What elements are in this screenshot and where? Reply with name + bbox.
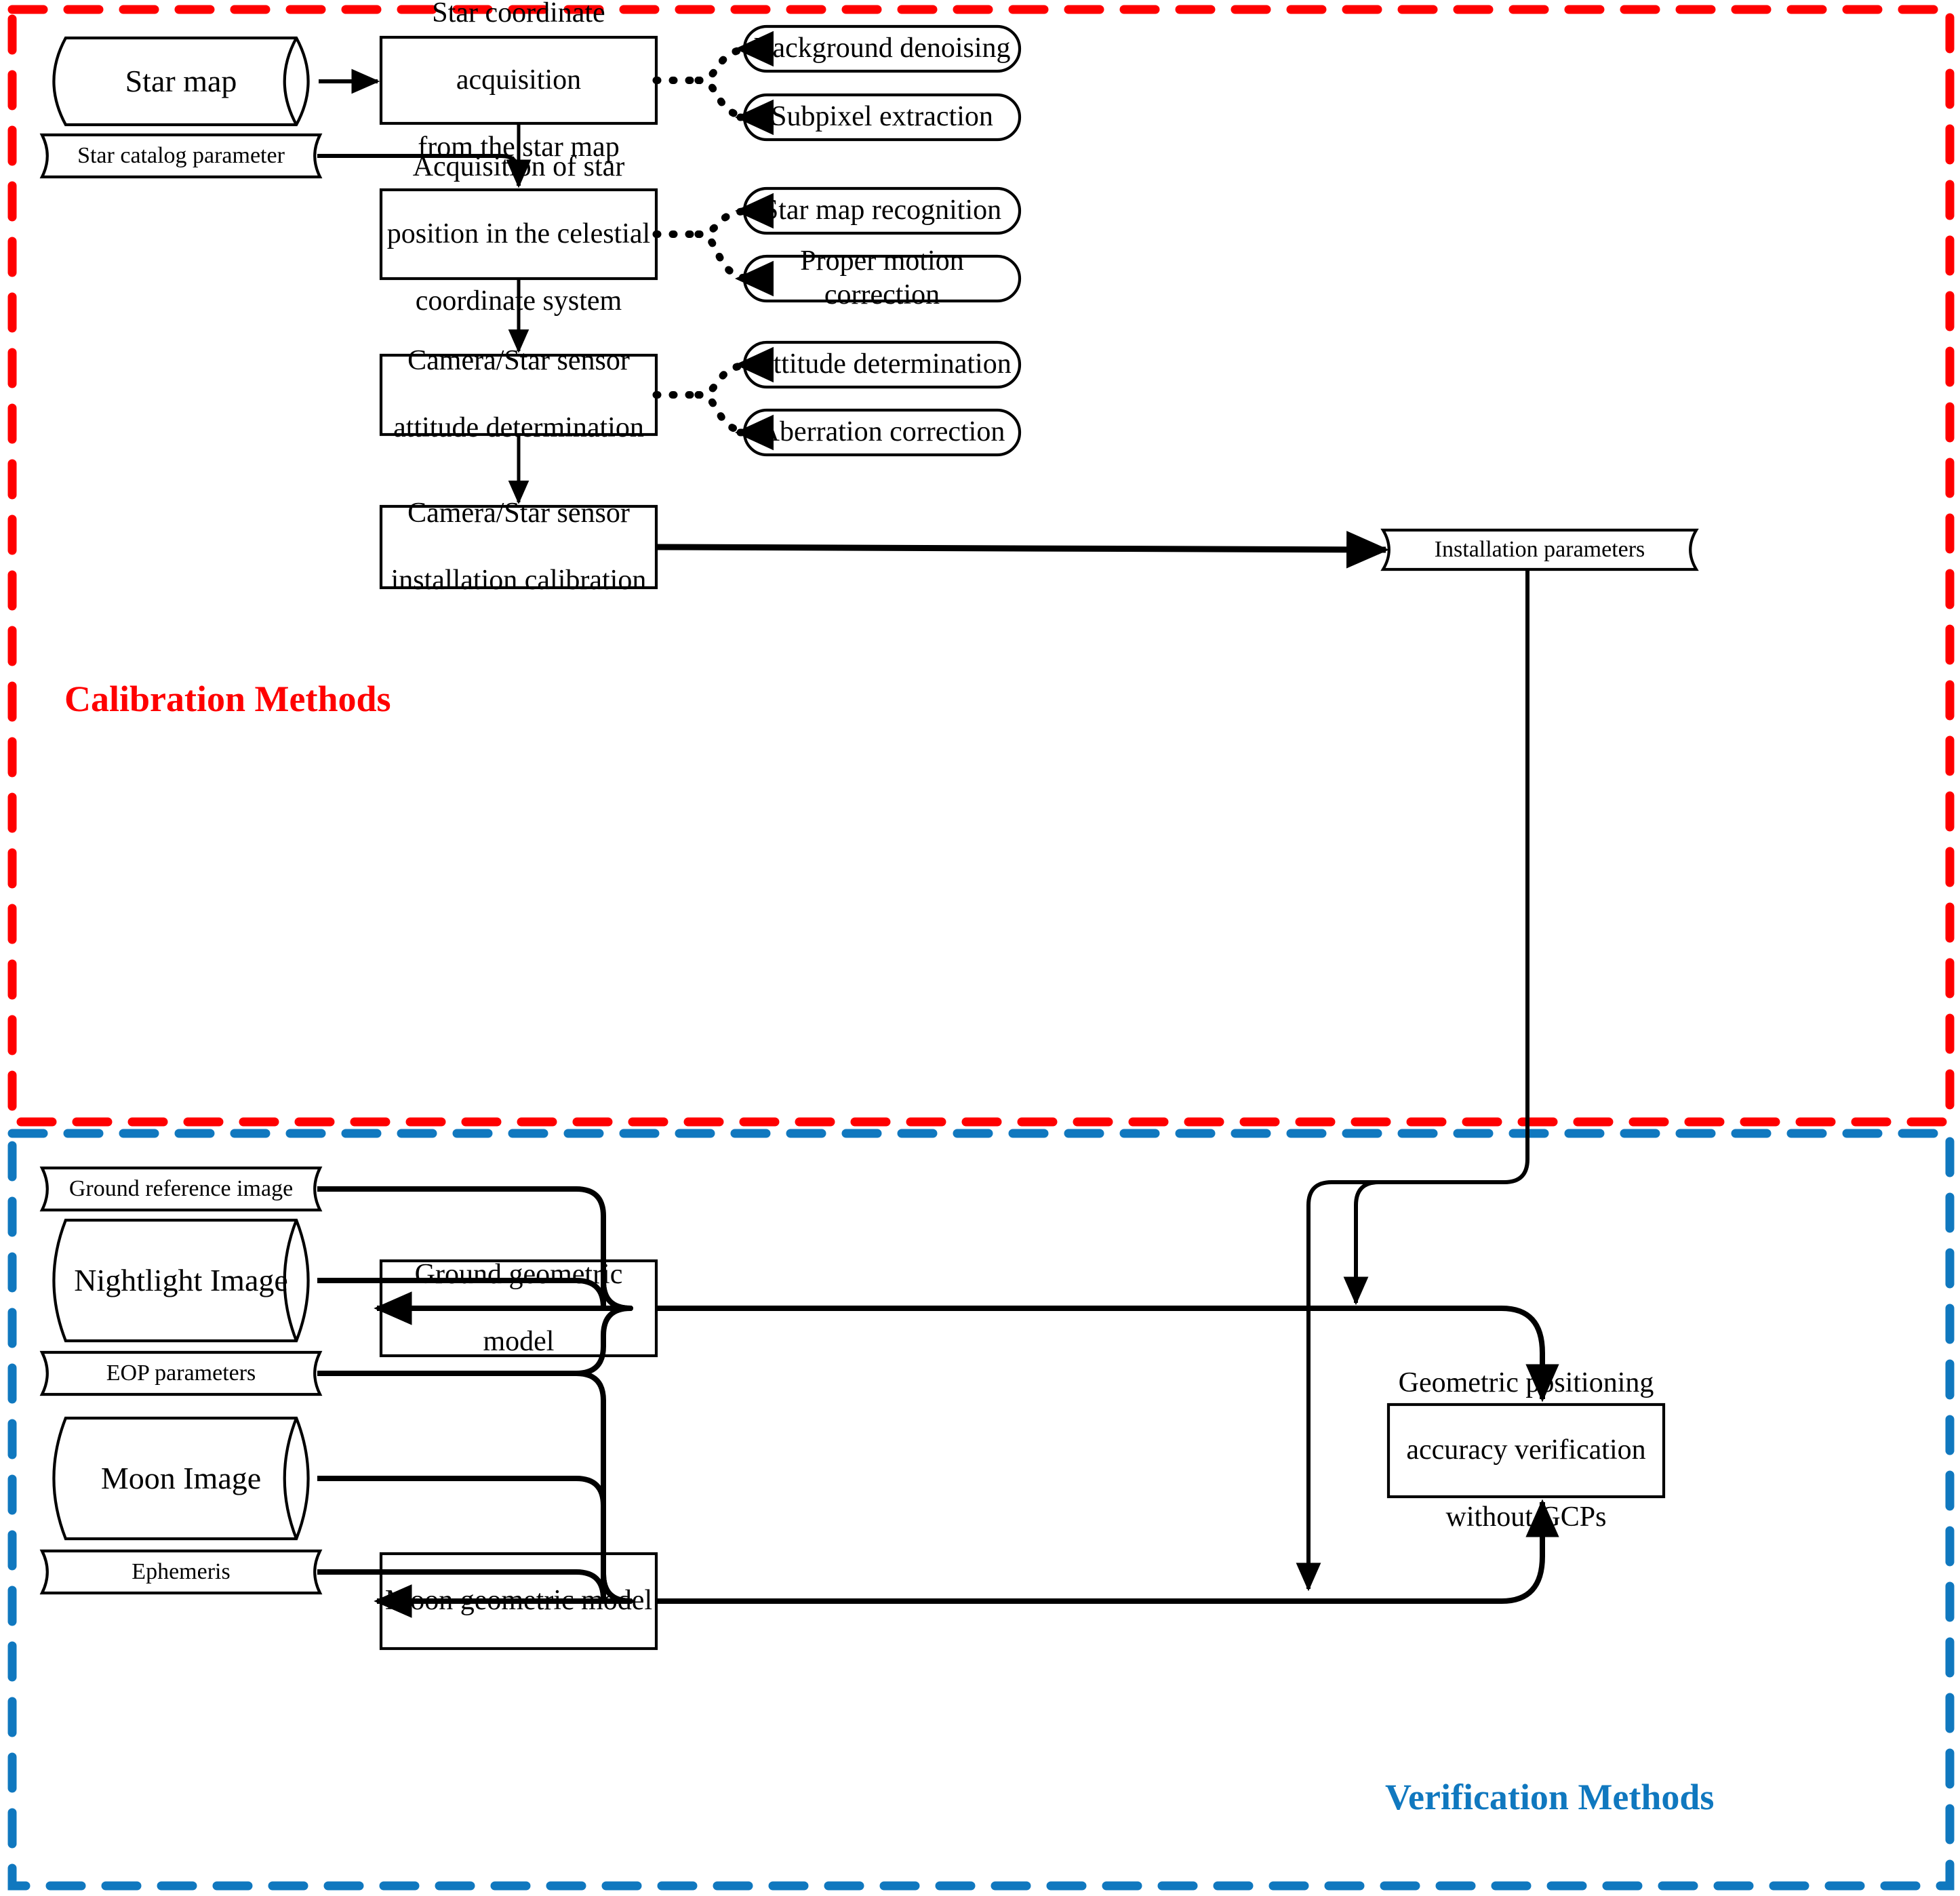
- group-label-verification: Verification Methods: [1385, 1777, 1715, 1817]
- edge-catalog-to-acqpos: [317, 154, 532, 188]
- node-shape-installation-parameters: [1380, 528, 1699, 571]
- flowchart-diagram: Star map Star catalog parameter Star coord…: [0, 0, 1960, 1896]
- node-shapes: [39, 24, 1699, 1651]
- node-shape-ground-reference-image: [39, 1166, 323, 1212]
- node-shape-star-map: [52, 36, 310, 127]
- edge-params-to-ground-line: [1343, 1180, 1380, 1306]
- node-shape-star-coordinate-acquisition: [379, 35, 658, 125]
- group-label-calibration: Calibration Methods: [64, 679, 391, 719]
- node-shape-ephemeris: [39, 1549, 323, 1595]
- node-shape-proper-motion-correction: [742, 254, 1022, 303]
- node-shape-attitude-determination: [742, 340, 1022, 389]
- node-shape-acquisition-star-position: [379, 188, 658, 281]
- diagram-canvas: [7, 5, 1955, 1891]
- node-shape-subpixel-extraction: [742, 93, 1022, 142]
- node-shape-eop-parameters: [39, 1350, 323, 1396]
- edge-ground-to-verify: [656, 1306, 1559, 1403]
- node-shape-background-denoising: [742, 24, 1022, 73]
- edge-moon-to-verify: [656, 1499, 1559, 1604]
- node-shape-moon-image: [52, 1416, 310, 1541]
- node-shape-geometric-positioning-verification: [1386, 1403, 1666, 1499]
- edge-install-to-params: [656, 531, 1390, 569]
- node-shape-aberration-correction: [742, 408, 1022, 457]
- node-shape-star-map-recognition: [742, 186, 1022, 235]
- node-shape-nightlight-image: [52, 1218, 310, 1343]
- node-shape-star-catalog-parameter: [39, 133, 323, 179]
- node-shape-camera-star-installation: [379, 504, 658, 590]
- node-shape-camera-star-attitude: [379, 353, 658, 437]
